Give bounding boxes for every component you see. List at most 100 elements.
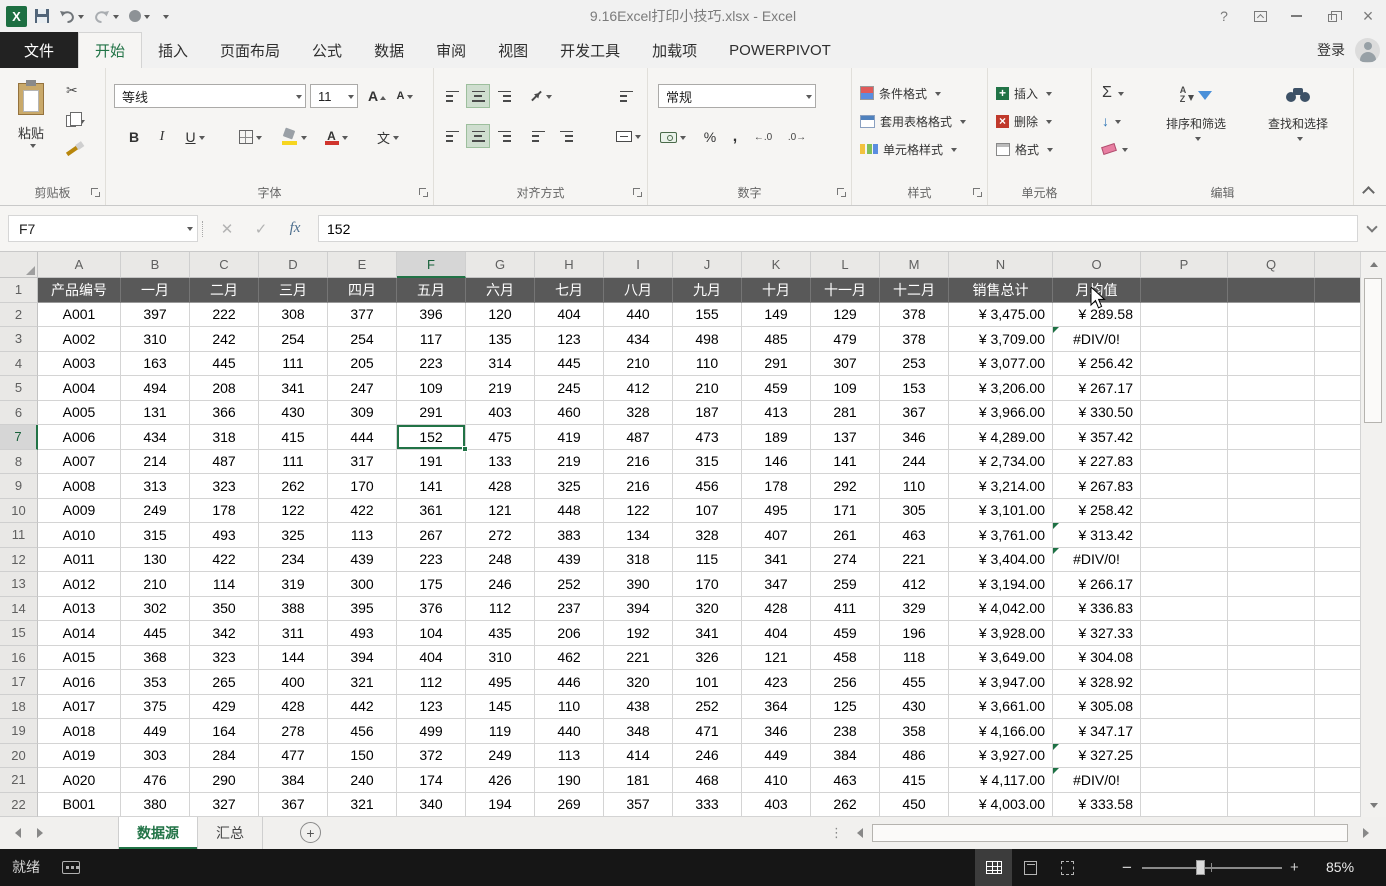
cell-G20[interactable]: 249 (466, 744, 535, 769)
cell-O1[interactable]: 月均值 (1053, 278, 1141, 303)
cell-F20[interactable]: 372 (397, 744, 466, 769)
cancel-entry-button[interactable]: ✕ (210, 215, 244, 242)
cell-O11[interactable]: ¥ 313.42 (1053, 523, 1141, 548)
sheet-tab-数据源[interactable]: 数据源 (118, 817, 198, 849)
cell-G16[interactable]: 310 (466, 646, 535, 671)
cell-N10[interactable]: ¥ 3,101.00 (949, 499, 1053, 524)
cut-button[interactable] (62, 80, 96, 102)
wrap-text-button[interactable] (610, 84, 642, 108)
cell-G14[interactable]: 112 (466, 597, 535, 622)
customize-qat-button[interactable] (158, 4, 171, 28)
cell-O4[interactable]: ¥ 256.42 (1053, 352, 1141, 377)
cell-G18[interactable]: 145 (466, 695, 535, 720)
name-box-dropdown-icon[interactable] (187, 227, 193, 234)
cell-D5[interactable]: 341 (259, 376, 328, 401)
cell-styles-button[interactable]: 单元格样式 (860, 136, 983, 162)
cell-B20[interactable]: 303 (121, 744, 190, 769)
cell-L18[interactable]: 125 (811, 695, 880, 720)
cell-L15[interactable]: 459 (811, 621, 880, 646)
user-avatar[interactable] (1355, 38, 1380, 63)
cell-L4[interactable]: 307 (811, 352, 880, 377)
cell-A10[interactable]: A009 (38, 499, 121, 524)
cell-J12[interactable]: 115 (673, 548, 742, 573)
tab-加载项[interactable]: 加载项 (636, 32, 713, 68)
row-header-19[interactable]: 19 (0, 719, 38, 744)
underline-button[interactable]: U (178, 124, 212, 150)
column-header-D[interactable]: D (259, 252, 328, 278)
normal-view-button[interactable] (975, 849, 1012, 886)
tab-审阅[interactable]: 审阅 (420, 32, 482, 68)
cell-M4[interactable]: 253 (880, 352, 949, 377)
cell-J17[interactable]: 101 (673, 670, 742, 695)
cell-I17[interactable]: 320 (604, 670, 673, 695)
cell-M18[interactable]: 430 (880, 695, 949, 720)
cell-F2[interactable]: 396 (397, 303, 466, 328)
cell-K1[interactable]: 十月 (742, 278, 811, 303)
row-header-8[interactable]: 8 (0, 450, 38, 475)
cell-J20[interactable]: 246 (673, 744, 742, 769)
ribbon-display-options-button[interactable] (1242, 0, 1278, 32)
insert-cells-button[interactable]: 插入 (996, 80, 1087, 106)
cell-C14[interactable]: 350 (190, 597, 259, 622)
cell-H5[interactable]: 245 (535, 376, 604, 401)
cell-F14[interactable]: 376 (397, 597, 466, 622)
cell-B8[interactable]: 214 (121, 450, 190, 475)
cell-D10[interactable]: 122 (259, 499, 328, 524)
cell-K2[interactable]: 149 (742, 303, 811, 328)
excel-logo-icon[interactable] (6, 6, 27, 27)
cell-J3[interactable]: 498 (673, 327, 742, 352)
cell-G3[interactable]: 135 (466, 327, 535, 352)
cell-Q22[interactable] (1228, 793, 1315, 818)
cell-K7[interactable]: 189 (742, 425, 811, 450)
cell-L2[interactable]: 129 (811, 303, 880, 328)
cell-L7[interactable]: 137 (811, 425, 880, 450)
scroll-up-button[interactable] (1361, 252, 1386, 272)
cell-P19[interactable] (1141, 719, 1228, 744)
cell-J1[interactable]: 九月 (673, 278, 742, 303)
cell-L5[interactable]: 109 (811, 376, 880, 401)
cell-B22[interactable]: 380 (121, 793, 190, 818)
column-header-B[interactable]: B (121, 252, 190, 278)
zoom-out-button[interactable]: − (1122, 849, 1132, 886)
cell-L6[interactable]: 281 (811, 401, 880, 426)
cell-D3[interactable]: 254 (259, 327, 328, 352)
cell-E2[interactable]: 377 (328, 303, 397, 328)
cell-H22[interactable]: 269 (535, 793, 604, 818)
cell-M20[interactable]: 486 (880, 744, 949, 769)
cell-F9[interactable]: 141 (397, 474, 466, 499)
cell-D4[interactable]: 111 (259, 352, 328, 377)
row-header-18[interactable]: 18 (0, 695, 38, 720)
font-name-dropdown-icon[interactable] (296, 95, 302, 102)
tab-POWERPIVOT[interactable]: POWERPIVOT (713, 32, 847, 68)
cell-E15[interactable]: 493 (328, 621, 397, 646)
cell-P14[interactable] (1141, 597, 1228, 622)
row-header-6[interactable]: 6 (0, 401, 38, 426)
cell-J11[interactable]: 328 (673, 523, 742, 548)
align-middle-button[interactable] (466, 84, 490, 108)
cell-H19[interactable]: 440 (535, 719, 604, 744)
cell-N15[interactable]: ¥ 3,928.00 (949, 621, 1053, 646)
cell-B21[interactable]: 476 (121, 768, 190, 793)
tab-公式[interactable]: 公式 (296, 32, 358, 68)
cell-M9[interactable]: 110 (880, 474, 949, 499)
cell-B6[interactable]: 131 (121, 401, 190, 426)
macro-record-icon[interactable] (62, 861, 80, 874)
comma-style-button[interactable]: , (726, 124, 744, 150)
cell-H13[interactable]: 252 (535, 572, 604, 597)
cell-O12[interactable]: #DIV/0! (1053, 548, 1141, 573)
cell-A3[interactable]: A002 (38, 327, 121, 352)
tab-开始[interactable]: 开始 (78, 32, 142, 68)
decrease-decimal-button[interactable]: .0→ (782, 124, 812, 150)
cell-D7[interactable]: 415 (259, 425, 328, 450)
cell-K8[interactable]: 146 (742, 450, 811, 475)
cell-M21[interactable]: 415 (880, 768, 949, 793)
cell-J2[interactable]: 155 (673, 303, 742, 328)
row-header-21[interactable]: 21 (0, 768, 38, 793)
cell-D11[interactable]: 325 (259, 523, 328, 548)
horizontal-scrollbar[interactable] (845, 821, 1380, 845)
cell-I4[interactable]: 210 (604, 352, 673, 377)
cell-Q10[interactable] (1228, 499, 1315, 524)
cell-J8[interactable]: 315 (673, 450, 742, 475)
cell-K5[interactable]: 459 (742, 376, 811, 401)
cell-B1[interactable]: 一月 (121, 278, 190, 303)
